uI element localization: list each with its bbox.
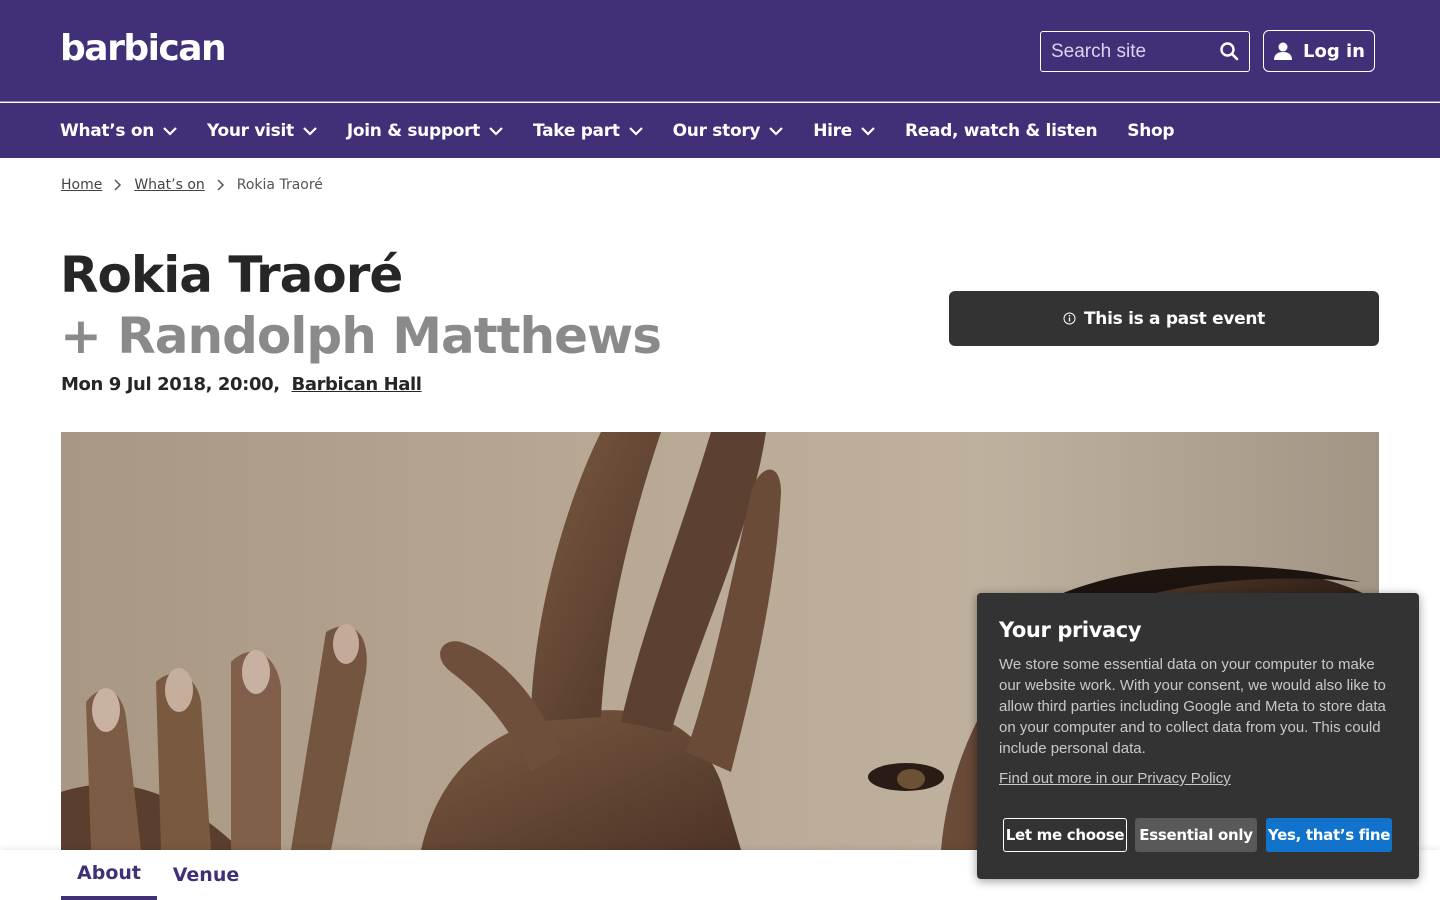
accept-cookies-button[interactable]: Yes, that’s fine	[1266, 818, 1392, 852]
nav-item-label: Read, watch & listen	[904, 120, 1098, 141]
chevron-down-icon	[303, 126, 317, 136]
search-icon[interactable]	[1219, 41, 1239, 61]
tab-about[interactable]: About	[61, 850, 157, 900]
cookie-consent-dialog: Your privacy We store some essential dat…	[977, 593, 1419, 879]
search-box	[1040, 31, 1250, 72]
nav-item-label: Take part	[533, 120, 620, 141]
cookie-text: We store some essential data on your com…	[999, 656, 1386, 757]
breadcrumb: Home What’s on Rokia Traoré	[61, 177, 323, 193]
past-event-banner: This is a past event	[949, 291, 1379, 346]
nav-item-whats-on[interactable]: What’s on	[60, 121, 177, 141]
nav-item-shop[interactable]: Shop	[1127, 121, 1174, 141]
privacy-policy-link[interactable]: Find out more in our Privacy Policy	[999, 770, 1231, 787]
chevron-right-icon	[114, 179, 122, 191]
chevron-down-icon	[489, 126, 503, 136]
let-me-choose-button[interactable]: Let me choose	[1003, 818, 1127, 852]
nav-item-label: Your visit	[207, 120, 294, 141]
cookie-title: Your privacy	[999, 618, 1142, 642]
nav-item-our-story[interactable]: Our story	[673, 121, 784, 141]
nav-item-label: Our story	[672, 120, 761, 141]
breadcrumb-whats-on-link[interactable]: What’s on	[134, 177, 204, 193]
site-header: barbican Log in	[0, 0, 1440, 102]
nav-item-label: Join & support	[346, 120, 481, 141]
breadcrumb-home-link[interactable]: Home	[61, 177, 102, 193]
nav-item-read-watch-listen[interactable]: Read, watch & listen	[904, 120, 1098, 141]
chevron-down-icon	[769, 126, 783, 136]
chevron-right-icon	[217, 179, 224, 191]
past-event-label: This is a past event	[1084, 308, 1265, 329]
nav-item-label: Shop	[1127, 120, 1175, 141]
chevron-down-icon	[163, 126, 177, 136]
nav-item-your-visit[interactable]: Your visit	[207, 121, 317, 141]
event-meta: Mon 9 Jul 2018, 20:00, Barbican Hall	[61, 374, 422, 395]
login-button[interactable]: Log in	[1263, 30, 1375, 72]
tab-venue[interactable]: Venue	[168, 850, 244, 900]
main-nav: What’s on Your visit Join & support Take…	[0, 103, 1440, 158]
nav-item-label: What’s on	[60, 120, 155, 141]
nav-item-label: Hire	[813, 120, 852, 141]
event-datetime: Mon 9 Jul 2018, 20:00,	[61, 374, 280, 395]
chevron-down-icon	[861, 126, 875, 136]
breadcrumb-current: Rokia Traoré	[236, 177, 323, 193]
barbican-logo[interactable]: barbican	[60, 28, 227, 69]
nav-item-join-support[interactable]: Join & support	[347, 121, 503, 141]
nav-item-hire[interactable]: Hire	[813, 121, 875, 141]
nav-item-take-part[interactable]: Take part	[533, 121, 643, 141]
venue-link[interactable]: Barbican Hall	[292, 374, 422, 395]
user-icon	[1274, 42, 1292, 60]
page-title: Rokia Traoré	[60, 246, 403, 304]
search-input[interactable]	[1041, 32, 1211, 71]
chevron-down-icon	[628, 126, 643, 136]
essential-only-button[interactable]: Essential only	[1135, 818, 1257, 852]
login-label: Log in	[1303, 40, 1365, 62]
info-icon	[1063, 312, 1076, 325]
page-subtitle: + Randolph Matthews	[60, 307, 662, 365]
